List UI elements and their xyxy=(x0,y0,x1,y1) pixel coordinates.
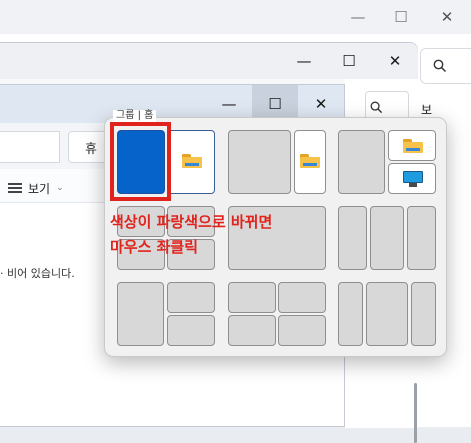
highlight-box xyxy=(110,122,171,201)
snap-zone[interactable] xyxy=(338,282,363,346)
maximize-button[interactable]: ☐ xyxy=(378,6,424,28)
tooltip: 그룹 | 홈 xyxy=(113,110,157,122)
folder-icon xyxy=(403,139,423,153)
layout-left-and-stacked-right xyxy=(117,282,215,346)
layout-three-columns-wide-center xyxy=(338,282,436,346)
search-box[interactable] xyxy=(420,48,471,84)
maximize-button[interactable]: ☐ xyxy=(326,47,372,75)
snap-zone[interactable] xyxy=(278,282,326,313)
layout-wide-center-three xyxy=(338,206,436,270)
list-view-icon xyxy=(8,183,22,193)
folder-icon xyxy=(182,154,202,168)
snap-zone-right[interactable] xyxy=(294,130,326,194)
back-window-controls: — ☐ ✕ xyxy=(338,6,470,28)
close-button[interactable]: ✕ xyxy=(372,47,418,75)
layout-wide-left-narrow-right xyxy=(228,130,326,194)
minimize-button[interactable]: — xyxy=(282,47,326,75)
scrollbar[interactable] xyxy=(414,383,417,443)
snap-zone-top-right[interactable] xyxy=(388,130,436,161)
snap-zone[interactable] xyxy=(167,315,215,346)
search-icon xyxy=(433,59,447,73)
address-bar[interactable] xyxy=(0,131,60,163)
snap-zone[interactable] xyxy=(338,206,367,270)
snap-zone[interactable] xyxy=(167,282,215,313)
snap-zone[interactable] xyxy=(117,282,164,346)
middle-window-controls: — ☐ ✕ xyxy=(282,47,418,75)
view-button-label: 보기 xyxy=(28,181,51,196)
folder-icon xyxy=(300,154,320,168)
layout-two-by-two-grid xyxy=(228,282,326,346)
minimize-button[interactable]: — xyxy=(338,6,378,28)
snap-zone[interactable] xyxy=(407,206,436,270)
snap-zone-left[interactable] xyxy=(338,130,385,194)
snap-zone[interactable] xyxy=(278,315,326,346)
snap-zone-bottom-right[interactable] xyxy=(388,163,436,194)
snap-zone[interactable] xyxy=(366,282,408,346)
layout-left-and-two-stacked xyxy=(338,130,436,194)
chevron-down-icon: ⌄ xyxy=(56,183,64,193)
annotation-line-2: 마우스 좌클릭 xyxy=(110,238,199,256)
close-button[interactable]: ✕ xyxy=(424,6,470,28)
snap-zone[interactable] xyxy=(228,315,276,346)
snap-zone[interactable] xyxy=(370,206,404,270)
snap-zone-left[interactable] xyxy=(228,130,291,194)
monitor-icon xyxy=(403,171,423,187)
snap-zone[interactable] xyxy=(411,282,436,346)
annotation-line-1: 색상이 파랑색으로 바뀌면 xyxy=(110,213,273,231)
view-button[interactable]: 보기 ⌄ xyxy=(8,177,64,199)
snap-zone[interactable] xyxy=(228,282,276,313)
empty-folder-message: · 비어 있습니다. xyxy=(0,267,75,280)
search-icon xyxy=(370,101,383,114)
snap-zone-right[interactable] xyxy=(167,130,215,194)
